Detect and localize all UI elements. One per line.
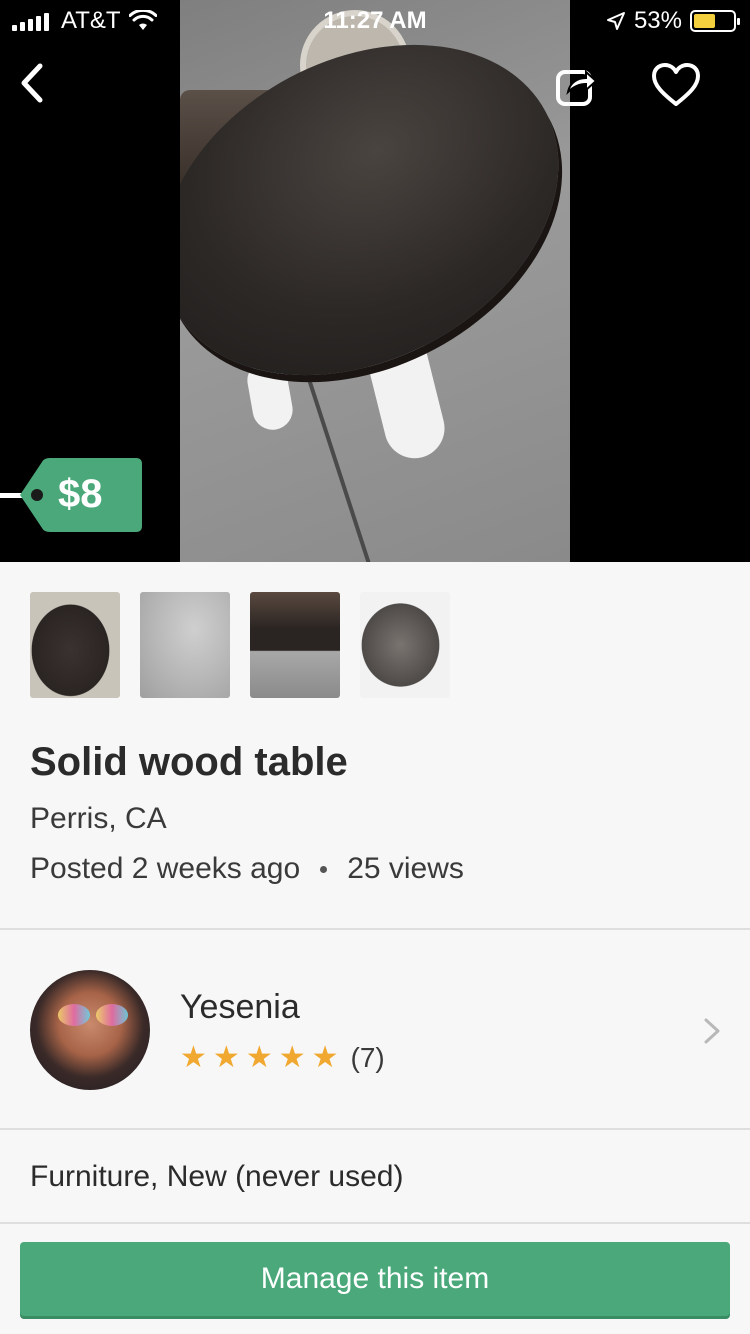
thumbnail-2[interactable]	[140, 592, 230, 698]
divider	[0, 1222, 750, 1224]
star-icon: ★	[278, 1041, 306, 1074]
avatar[interactable]	[30, 970, 150, 1090]
star-icon: ★	[180, 1041, 207, 1074]
review-count: (7)	[350, 1042, 385, 1073]
posted-time: Posted 2 weeks ago	[30, 852, 301, 885]
status-bar: AT&T 11:27 AM 53%	[0, 0, 750, 40]
price-label: $8	[58, 472, 103, 516]
item-location: Perris, CA	[30, 802, 167, 835]
item-meta: Posted 2 weeks ago 25 views	[30, 852, 464, 886]
thumbnail-1[interactable]	[30, 592, 120, 698]
thumbnail-strip	[30, 592, 450, 698]
battery-percent: 53%	[633, 7, 682, 34]
battery-icon	[690, 10, 740, 32]
avatar-glasses	[58, 1004, 128, 1026]
manage-item-button[interactable]: Manage this item	[20, 1242, 730, 1316]
price-tag: $8	[0, 458, 145, 532]
item-title: Solid wood table	[30, 740, 348, 784]
star-icon: ★	[311, 1041, 339, 1074]
seller-name: Yesenia	[180, 988, 300, 1026]
seller-rating: ★ ★ ★ ★ ★ (7)	[180, 1042, 385, 1074]
heart-outline-icon	[652, 63, 700, 106]
chevron-right-icon	[704, 1018, 720, 1044]
divider	[0, 1128, 750, 1130]
category-condition: Furniture, New (never used)	[30, 1160, 404, 1193]
favorite-button[interactable]	[650, 60, 702, 110]
back-button[interactable]	[14, 58, 54, 108]
share-icon	[556, 69, 598, 106]
star-icon: ★	[212, 1041, 240, 1074]
listing-photo[interactable]	[180, 0, 570, 562]
thumbnail-4[interactable]	[360, 592, 450, 698]
seller-row[interactable]: Yesenia ★ ★ ★ ★ ★ (7)	[0, 930, 750, 1128]
star-icon: ★	[245, 1041, 273, 1074]
chevron-left-icon	[21, 63, 43, 103]
separator-dot	[320, 865, 328, 873]
view-count: 25 views	[347, 852, 464, 885]
location-arrow-icon	[606, 12, 625, 30]
thumbnail-3[interactable]	[250, 592, 340, 698]
share-button[interactable]	[552, 60, 602, 110]
